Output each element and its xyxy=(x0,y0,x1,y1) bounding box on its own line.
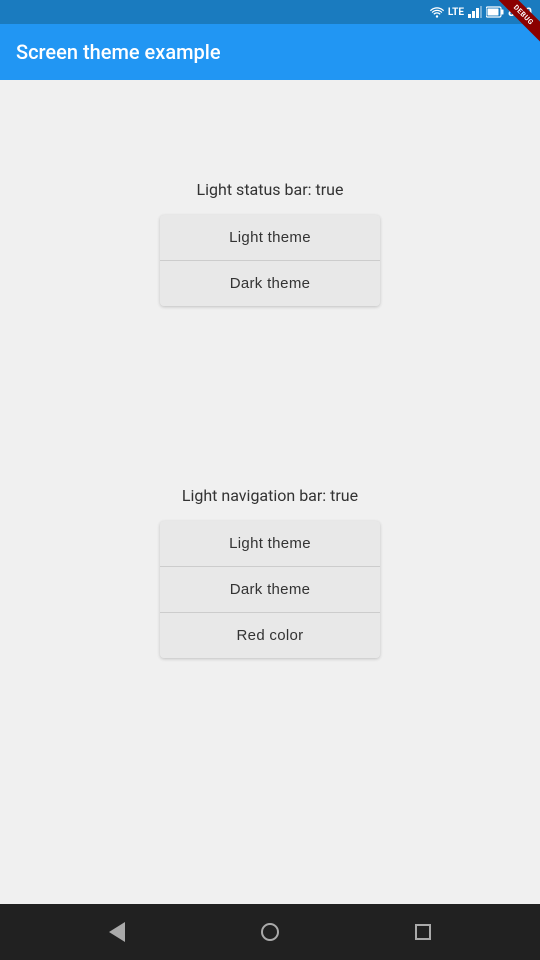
back-button[interactable] xyxy=(97,912,137,952)
home-button[interactable] xyxy=(250,912,290,952)
status-bar-label: Light status bar: true xyxy=(197,180,344,199)
status-bar-button-group: Light theme Dark theme xyxy=(160,215,380,306)
red-color-nav-button[interactable]: Red color xyxy=(160,613,380,658)
home-icon xyxy=(261,923,279,941)
status-bar-section: Light status bar: true Light theme Dark … xyxy=(160,180,380,306)
debug-ribbon: DEBUG xyxy=(490,0,540,50)
nav-bar-button-group: Light theme Dark theme Red color xyxy=(160,521,380,658)
main-content: Light status bar: true Light theme Dark … xyxy=(0,80,540,904)
debug-label: DEBUG xyxy=(497,0,540,41)
nav-bar-label: Light navigation bar: true xyxy=(182,486,358,505)
wifi-icon xyxy=(430,6,444,18)
recents-icon xyxy=(415,924,431,940)
app-title: Screen theme example xyxy=(16,40,221,64)
lte-indicator: LTE xyxy=(448,7,464,18)
bottom-nav-bar xyxy=(0,904,540,960)
dark-theme-status-button[interactable]: Dark theme xyxy=(160,261,380,306)
light-theme-nav-button[interactable]: Light theme xyxy=(160,521,380,567)
nav-bar-section: Light navigation bar: true Light theme D… xyxy=(160,486,380,658)
back-icon xyxy=(109,922,125,942)
recents-button[interactable] xyxy=(403,912,443,952)
light-theme-status-button[interactable]: Light theme xyxy=(160,215,380,261)
dark-theme-nav-button[interactable]: Dark theme xyxy=(160,567,380,613)
status-bar: LTE 8:00 DEBUG xyxy=(0,0,540,24)
app-bar: Screen theme example xyxy=(0,24,540,80)
signal-icon xyxy=(468,6,482,18)
